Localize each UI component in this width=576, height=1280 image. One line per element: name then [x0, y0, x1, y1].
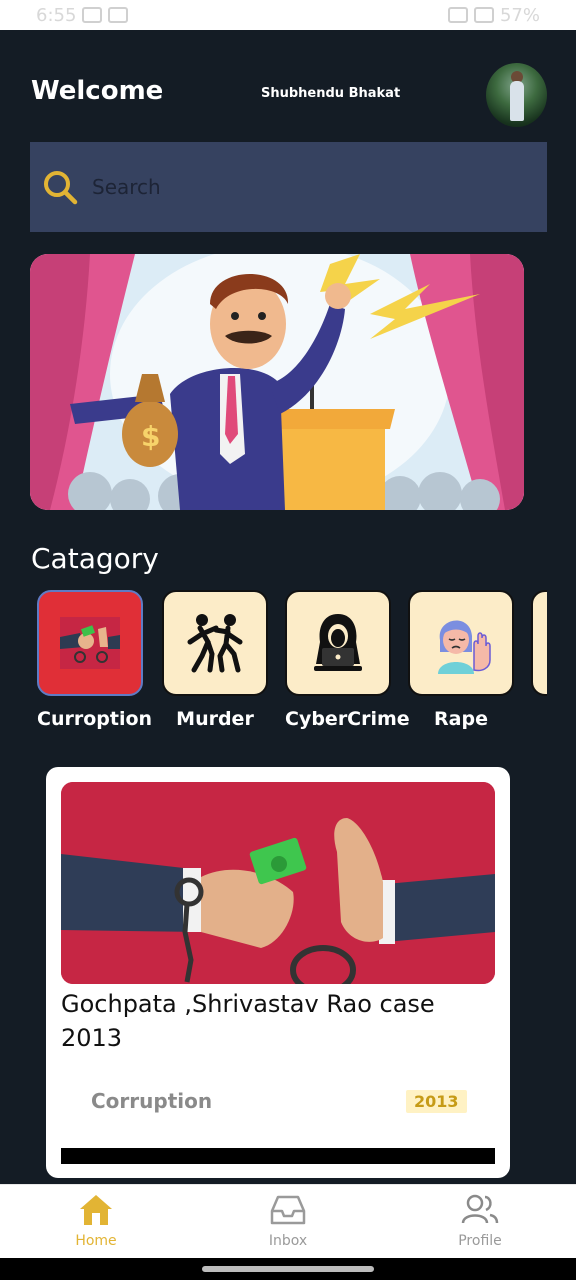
- case-image: [61, 782, 495, 984]
- hacker-laptop-icon: [314, 614, 362, 671]
- bribe-refusal-illustration: [61, 782, 495, 984]
- nav-home[interactable]: Home: [46, 1193, 146, 1249]
- category-tile[interactable]: [531, 590, 547, 696]
- category-label: Rape: [434, 708, 488, 730]
- category-label: Curroption: [37, 708, 153, 730]
- bribe-handcuff-icon: [60, 617, 120, 669]
- search-input[interactable]: [92, 175, 512, 199]
- category-title: Catagory: [31, 542, 159, 575]
- bottom-navigation: Home Inbox Profile: [0, 1184, 576, 1258]
- category-list[interactable]: Curroption Murder CyberCrime Rape: [37, 590, 547, 740]
- home-icon: [80, 1195, 112, 1225]
- category-tile[interactable]: [162, 590, 268, 696]
- welcome-title: Welcome: [31, 76, 164, 106]
- category-item-rape[interactable]: Rape: [408, 590, 514, 730]
- crying-woman-icon: [438, 620, 491, 674]
- search-bar[interactable]: [30, 142, 547, 232]
- category-item-corruption[interactable]: Curroption: [37, 590, 153, 730]
- fight-figures-icon: [187, 614, 243, 673]
- username-label: Shubhendu Bhakat: [261, 86, 401, 101]
- status-bar: 6:55 57%: [0, 0, 576, 30]
- nav-label: Inbox: [268, 1233, 308, 1249]
- politician-bribe-illustration: $: [30, 254, 524, 510]
- wifi-icon: [447, 7, 468, 23]
- category-item-more[interactable]: [531, 590, 547, 696]
- notification-icon: [108, 7, 129, 23]
- case-year-badge: 2013: [406, 1090, 467, 1113]
- category-item-murder[interactable]: Murder: [162, 590, 268, 730]
- category-item-cybercrime[interactable]: CyberCrime: [285, 590, 410, 730]
- search-icon: [44, 171, 78, 205]
- notification-icon: [82, 7, 103, 23]
- nav-inbox[interactable]: Inbox: [238, 1193, 338, 1249]
- case-title: Gochpata ,Shrivastav Rao case 2013: [61, 990, 435, 1052]
- nav-label: Home: [75, 1233, 117, 1249]
- signal-icon: [473, 7, 494, 23]
- battery-level: 57%: [499, 4, 540, 26]
- banner-image[interactable]: $: [30, 254, 524, 510]
- status-time: 6:55: [36, 4, 77, 26]
- nav-label: Profile: [458, 1233, 502, 1249]
- category-label: CyberCrime: [285, 708, 410, 730]
- category-tile[interactable]: [408, 590, 514, 696]
- inbox-icon: [270, 1195, 306, 1225]
- category-tile[interactable]: [285, 590, 391, 696]
- profile-icon: [461, 1194, 499, 1224]
- nav-profile[interactable]: Profile: [430, 1193, 530, 1249]
- card-divider: [61, 1148, 495, 1164]
- home-indicator[interactable]: [202, 1266, 374, 1272]
- svg-text:$: $: [141, 420, 160, 453]
- case-card[interactable]: Gochpata ,Shrivastav Rao case 2013 Corru…: [46, 767, 510, 1178]
- case-category: Corruption: [91, 1089, 213, 1113]
- avatar[interactable]: [486, 63, 547, 127]
- category-label: Murder: [176, 708, 254, 730]
- category-tile[interactable]: [37, 590, 143, 696]
